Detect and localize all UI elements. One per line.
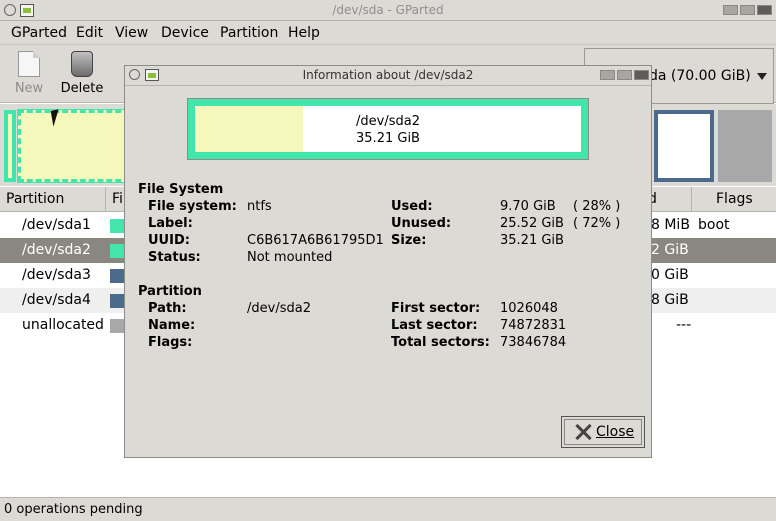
path-value: /dev/sda2 — [247, 301, 311, 316]
dropdown-arrow-icon — [757, 73, 767, 80]
first-sector-label: First sector: — [391, 301, 481, 316]
row-size: 8 MiB — [651, 217, 690, 233]
status-label: Status: — [148, 250, 201, 265]
row-partition: /dev/sda2 — [22, 242, 91, 258]
row-partition: /dev/sda1 — [22, 217, 91, 233]
new-label: New — [14, 81, 44, 96]
unused-label: Unused: — [391, 216, 452, 231]
dialog-maximize-button[interactable] — [617, 70, 632, 80]
row-size: 2 GiB — [651, 242, 689, 258]
close-button-label: Close — [596, 424, 635, 440]
new-document-icon — [18, 51, 40, 77]
flags-label: Flags: — [148, 335, 193, 350]
total-sectors-value: 73846784 — [500, 335, 567, 350]
partition-usage-bar: /dev/sda2 35.21 GiB — [187, 98, 589, 160]
status-bar: 0 operations pending — [0, 497, 776, 521]
info-dialog: Information about /dev/sda2 /dev/sda2 35… — [124, 65, 652, 458]
minimize-button[interactable] — [723, 5, 738, 15]
fs-color-swatch — [110, 319, 124, 333]
row-partition: /dev/sda3 — [22, 267, 91, 283]
fs-color-swatch — [110, 244, 124, 258]
unused-percent: ( 72% ) — [573, 216, 621, 231]
fs-color-swatch — [110, 269, 124, 283]
trash-icon — [71, 51, 93, 77]
label-label: Label: — [148, 216, 193, 231]
uuid-value: C6B617A6B61795D1 — [247, 233, 384, 248]
last-sector-value: 74872831 — [500, 318, 567, 333]
header-flags[interactable]: Flags — [692, 187, 776, 211]
menu-edit[interactable]: Edit — [76, 25, 103, 41]
size-value: 35.21 GiB — [500, 233, 564, 248]
row-size: 8 GiB — [651, 292, 689, 308]
delete-button[interactable]: Delete — [58, 51, 106, 96]
size-label: Size: — [391, 233, 427, 248]
file-system-heading: File System — [138, 182, 224, 197]
uuid-label: UUID: — [148, 233, 190, 248]
row-partition: /dev/sda4 — [22, 292, 91, 308]
used-value: 9.70 GiB — [500, 199, 556, 214]
close-button[interactable]: Close — [561, 416, 645, 448]
used-percent: ( 28% ) — [573, 199, 621, 214]
bar-partition-size: 35.21 GiB — [356, 131, 420, 146]
dialog-minimize-button[interactable] — [600, 70, 615, 80]
dialog-title: Information about /dev/sda2 — [302, 68, 474, 82]
map-partition-sda1[interactable] — [4, 110, 16, 182]
file-system-label: File system: — [148, 199, 237, 214]
fs-color-swatch — [110, 294, 124, 308]
menu-gparted[interactable]: GParted — [11, 25, 67, 41]
first-sector-value: 1026048 — [500, 301, 558, 316]
row-partition: unallocated — [22, 317, 104, 333]
menu-partition[interactable]: Partition — [220, 25, 278, 41]
close-icon — [574, 423, 592, 441]
status-value: Not mounted — [247, 250, 333, 265]
dialog-titlebar: Information about /dev/sda2 — [125, 66, 651, 86]
menu-device[interactable]: Device — [161, 25, 209, 41]
maximize-button[interactable] — [740, 5, 755, 15]
menu-view[interactable]: View — [115, 25, 148, 41]
row-size: --- — [676, 317, 692, 333]
header-partition[interactable]: Partition — [0, 187, 106, 211]
close-window-button[interactable] — [757, 5, 772, 15]
dialog-close-window-button[interactable] — [634, 70, 649, 80]
row-flags: boot — [698, 217, 730, 233]
window-title: /dev/sda - GParted — [332, 3, 444, 17]
device-selector-text: da (70.00 GiB) — [649, 68, 751, 84]
new-button[interactable]: New — [5, 51, 53, 96]
last-sector-label: Last sector: — [391, 318, 478, 333]
total-sectors-label: Total sectors: — [391, 335, 490, 350]
partition-heading: Partition — [138, 284, 202, 299]
unused-value: 25.52 GiB — [500, 216, 564, 231]
status-text: 0 operations pending — [4, 502, 143, 517]
map-unallocated[interactable] — [718, 110, 772, 182]
main-titlebar: /dev/sda - GParted — [0, 0, 776, 21]
delete-label: Delete — [60, 81, 104, 96]
used-label: Used: — [391, 199, 433, 214]
fs-color-swatch — [110, 219, 124, 233]
path-label: Path: — [148, 301, 187, 316]
menubar: GParted Edit View Device Partition Help — [0, 21, 776, 45]
file-system-value: ntfs — [247, 199, 272, 214]
map-partition-sda2[interactable] — [17, 109, 131, 183]
menu-help[interactable]: Help — [288, 25, 320, 41]
bar-partition-name: /dev/sda2 — [356, 114, 420, 129]
name-label: Name: — [148, 318, 196, 333]
map-partition-sda4[interactable] — [654, 110, 714, 182]
row-size: 0 GiB — [651, 267, 689, 283]
